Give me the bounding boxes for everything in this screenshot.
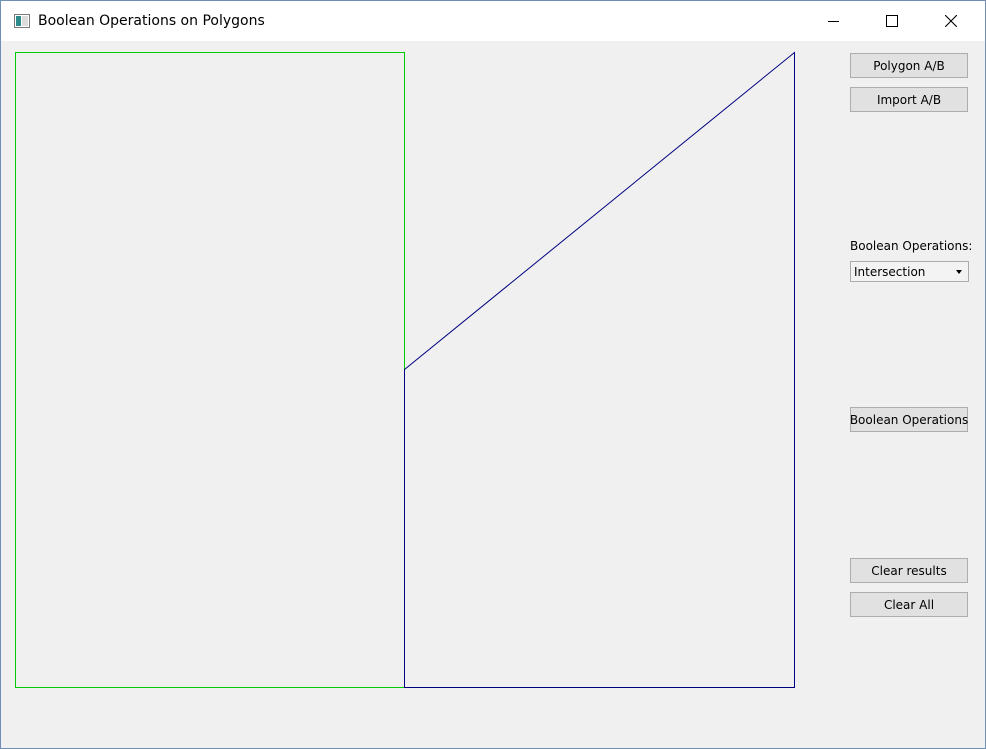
chevron-down-icon: [956, 270, 962, 274]
operation-select[interactable]: Intersection: [850, 261, 969, 282]
drawing-canvas[interactable]: [1, 41, 841, 748]
import-ab-button[interactable]: Import A/B: [850, 87, 968, 112]
clear-all-button[interactable]: Clear All: [850, 592, 968, 617]
app-window-icon: [14, 14, 30, 28]
polygon-ab-button[interactable]: Polygon A/B: [850, 53, 968, 78]
minimize-icon: [828, 21, 839, 22]
close-button[interactable]: [922, 1, 980, 41]
polygon-a: [15, 52, 405, 688]
maximize-button[interactable]: [863, 1, 921, 41]
clear-results-button[interactable]: Clear results: [850, 558, 968, 583]
polygon-b: [404, 51, 795, 688]
window-title: Boolean Operations on Polygons: [38, 13, 265, 29]
title-bar[interactable]: Boolean Operations on Polygons: [1, 1, 985, 41]
minimize-button[interactable]: [805, 1, 863, 41]
app-window: Boolean Operations on Polygons Polygon A…: [0, 0, 986, 749]
close-icon: [945, 15, 957, 27]
boolean-operations-label: Boolean Operations:: [850, 239, 973, 253]
boolean-operations-button[interactable]: Boolean Operations: [850, 407, 968, 432]
operation-select-value: Intersection: [854, 265, 926, 279]
maximize-icon: [886, 15, 898, 27]
